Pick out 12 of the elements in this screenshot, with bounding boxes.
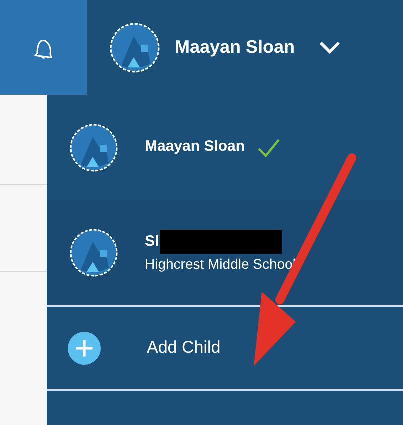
- plus-circle-icon: [68, 332, 101, 364]
- check-icon: [257, 138, 282, 158]
- avatar-icon: [109, 22, 161, 74]
- account-switcher[interactable]: Maayan Sloan: [87, 0, 403, 95]
- add-child-button[interactable]: Add Child: [47, 307, 403, 389]
- avatar-icon: [69, 228, 119, 278]
- notifications-button[interactable]: [0, 0, 87, 95]
- chevron-down-icon: [319, 40, 342, 54]
- user-name: Maayan Sloan: [175, 36, 296, 59]
- avatar-icon: [69, 122, 119, 172]
- account-name: Maayan Sloan: [145, 137, 246, 158]
- account-name: Sl: [145, 232, 160, 252]
